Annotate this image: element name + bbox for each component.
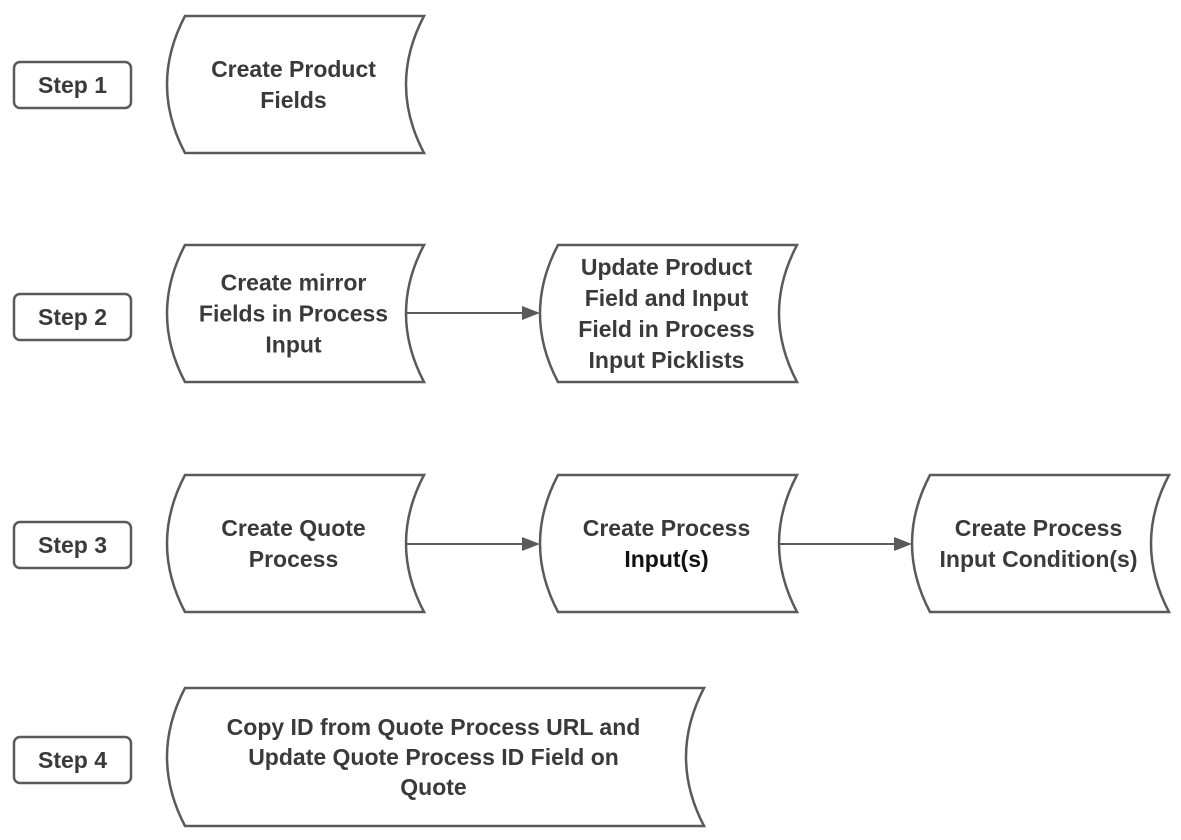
process-box-text: Update Quote Process ID Field on <box>248 744 619 770</box>
process-box-text: Create Process <box>583 515 751 541</box>
process-box: Copy ID from Quote Process URL and Update… <box>165 686 707 828</box>
process-box-text: Field and Input <box>585 285 749 311</box>
process-box: Update Product Field and Input Field in Pr… <box>538 243 800 384</box>
process-box-text: Create Product <box>211 56 376 82</box>
stored-data-shape <box>538 473 800 614</box>
process-diagram: Step 1 Step 2 Step 3 Step 4 Create Product F… <box>12 14 1172 828</box>
step-label-text: Step 4 <box>38 747 107 773</box>
process-box-text: Quote <box>400 774 466 800</box>
flow-arrow <box>404 537 540 551</box>
process-box-text: Create Quote <box>221 515 365 541</box>
process-box-text: Fields <box>260 87 326 113</box>
process-box-text: Input(s) <box>624 546 708 572</box>
process-box-text: Copy ID from Quote Process URL and <box>227 714 641 740</box>
process-box-text: Fields in Process <box>199 301 388 327</box>
step-label-text: Step 2 <box>38 304 107 330</box>
arrow-head-icon <box>522 537 540 551</box>
process-box-text: Process <box>249 546 339 572</box>
process-box-text: Create Process <box>955 515 1123 541</box>
process-box-text: Input Condition(s) <box>940 546 1138 572</box>
process-box-text: Create mirror <box>221 270 367 296</box>
stored-data-shape <box>165 473 427 614</box>
process-box: Create mirror Fields in Process Input <box>165 243 427 384</box>
process-box: Create Process Input(s) <box>538 473 800 614</box>
stored-data-shape <box>165 14 427 155</box>
step-label-4: Step 4 <box>12 735 133 785</box>
step-label-1: Step 1 <box>12 60 133 110</box>
arrow-head-icon <box>894 537 912 551</box>
process-box: Create Quote Process <box>165 473 427 614</box>
process-box-text: Field in Process <box>578 316 754 342</box>
stored-data-shape <box>910 473 1172 614</box>
process-box-text: Update Product <box>581 254 753 280</box>
process-box: Create Product Fields <box>165 14 427 155</box>
step-label-text: Step 3 <box>38 532 107 558</box>
process-box-text: Input <box>265 332 322 358</box>
process-box-text: Input Picklists <box>589 347 745 373</box>
step-label-text: Step 1 <box>38 72 107 98</box>
step-label-2: Step 2 <box>12 292 133 342</box>
arrow-head-icon <box>522 306 540 320</box>
flow-arrow <box>775 537 912 551</box>
step-label-3: Step 3 <box>12 520 133 570</box>
process-box: Create Process Input Condition(s) <box>910 473 1172 614</box>
flow-arrow <box>397 306 540 320</box>
